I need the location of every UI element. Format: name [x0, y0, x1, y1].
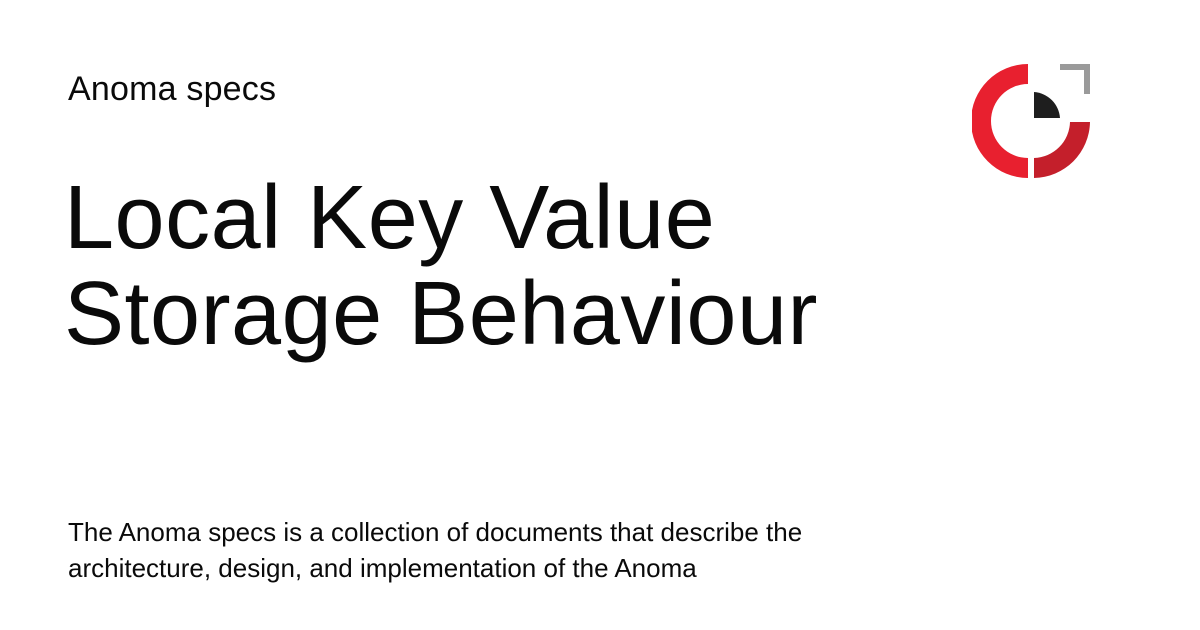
logo-ring-bottom-right — [1034, 122, 1090, 178]
site-name: Anoma specs — [68, 70, 277, 108]
logo-corner-shape — [1060, 64, 1090, 94]
social-card: Anoma specs Local Key Value Storage Beha… — [0, 0, 1200, 630]
page-title: Local Key Value Storage Behaviour — [64, 168, 818, 364]
anoma-logo-icon — [972, 64, 1090, 178]
logo-center-quarter — [1034, 92, 1060, 118]
page-description: The Anoma specs is a collection of docum… — [68, 517, 803, 583]
logo-ring-left — [972, 64, 1028, 178]
